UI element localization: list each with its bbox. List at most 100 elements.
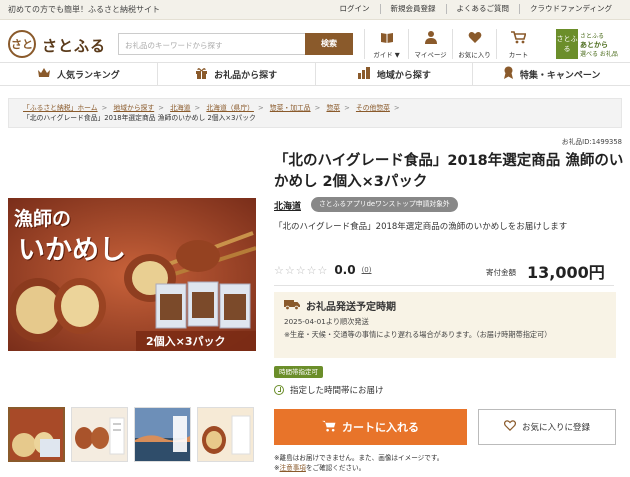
nav-campaign[interactable]: 特集・キャンペーン xyxy=(472,63,630,85)
guide-button[interactable]: ガイド ▼ xyxy=(364,29,408,59)
thumbnail-4-image xyxy=(198,408,253,461)
time-slot-option-label: 指定した時間帯にお届け xyxy=(290,386,384,396)
breadcrumb-path: 「ふるさと納税」ホーム > 地域から探す > 北海道 > 北海道（県庁） > 惣菜・加工… xyxy=(23,104,400,112)
breadcrumb: 「ふるさと納税」ホーム > 地域から探す > 北海道 > 北海道（県庁） > 惣菜・加工… xyxy=(8,98,622,128)
top-links: ログイン 新規会員登録 よくあるご質問 クラウドファンディング xyxy=(330,4,622,14)
logo-text[interactable]: さとふる xyxy=(42,35,106,56)
thumbnail-3[interactable] xyxy=(134,407,191,462)
product-title: 「北のハイグレード食品」2018年選定商品 漁師のいかめし 2個入×3パック xyxy=(274,153,624,190)
time-slot-option: 指定した時間帯にお届け xyxy=(274,384,384,396)
breadcrumb-current: 「北のハイグレード食品」2018年選定商品 漁師のいかめし 2個入×3パック xyxy=(23,114,256,122)
truck-icon xyxy=(284,299,300,313)
price-label: 寄付金額 xyxy=(486,268,516,277)
shipping-box: お礼品発送予定時期 2025-04-01より順次発送 ※生産・天候・交通等の事情… xyxy=(274,292,616,358)
caution-link[interactable]: 注意事項 xyxy=(280,464,306,472)
image-caption-3: 2個入×3パック xyxy=(146,335,226,348)
mypage-button[interactable]: マイページ xyxy=(408,29,452,59)
note-line-2: ※注意事項をご確認ください。 xyxy=(274,464,366,472)
search-button[interactable]: 検索 xyxy=(305,33,353,55)
header-icons: ガイド ▼ マイページ お気に入り カート xyxy=(364,29,540,59)
nav-region-label: 地域から探す xyxy=(376,70,431,81)
cart-icon xyxy=(322,420,336,435)
app-badge[interactable]: さとふる さとふる あとから 選べる お礼品 xyxy=(556,29,622,59)
add-to-favorites-button[interactable]: お気に入りに登録 xyxy=(478,409,616,445)
breadcrumb-sozai[interactable]: 惣菜 xyxy=(326,104,340,112)
cart-label: カート xyxy=(508,51,529,59)
search-input[interactable]: お礼品のキーワードから探す xyxy=(118,33,306,55)
nav-ranking-label: 人気ランキング xyxy=(57,70,120,81)
heart-outline-icon xyxy=(503,420,516,434)
divider xyxy=(274,285,614,286)
app-badge-line2: あとから xyxy=(580,41,608,49)
top-bar: 初めての方でも簡単！ふるさと納税サイト ログイン 新規会員登録 よくあるご質問 … xyxy=(0,0,630,20)
price-value: 13,000円 xyxy=(527,263,605,282)
shipping-note: ※生産・天候・交通等の事情により遅れる場合があります。（お届け時期帯指定可） xyxy=(284,330,552,339)
add-to-cart-label: カートに入れる xyxy=(342,421,419,434)
book-icon xyxy=(379,29,395,45)
favorites-button[interactable]: お気に入り xyxy=(452,29,496,59)
item-id: お礼品ID:1499358 xyxy=(561,138,622,146)
app-badge-line3: 選べる お礼品 xyxy=(580,51,618,58)
logo-mark-text: さと xyxy=(11,38,33,51)
star-rating-icon: ☆☆☆☆☆ xyxy=(274,263,329,277)
product-description: 「北のハイグレード食品」2018年選定商品の漁師のいかめしをお届けします xyxy=(274,222,568,232)
shipping-date: 2025-04-01より順次発送 xyxy=(284,317,369,326)
rating: ☆☆☆☆☆ 0.0 (0) xyxy=(274,263,372,277)
favorites-label: お気に入り xyxy=(458,51,491,59)
gift-icon xyxy=(195,67,208,82)
guide-label: ガイド ▼ xyxy=(373,51,400,59)
thumbnail-2[interactable] xyxy=(71,407,128,462)
app-badge-left: さとふる xyxy=(556,29,578,59)
add-to-favorites-label: お気に入りに登録 xyxy=(521,423,590,433)
crown-icon xyxy=(37,67,51,81)
time-slot-badge: 時間帯指定可 xyxy=(274,366,323,378)
product-main-image[interactable]: 漁師の いかめし 2個入×3パック xyxy=(8,198,256,351)
thumbnail-strip xyxy=(8,407,254,462)
shipping-heading: お礼品発送予定時期 xyxy=(284,298,606,313)
nav-gifts[interactable]: お礼品から探す xyxy=(156,63,315,85)
review-count-link[interactable]: (0) xyxy=(362,266,372,274)
image-caption-2: いかめし xyxy=(18,235,126,266)
app-badge-right: さとふる あとから 選べる お礼品 xyxy=(578,29,622,59)
breadcrumb-region[interactable]: 地域から探す xyxy=(113,104,154,112)
map-icon xyxy=(357,66,371,82)
faq-link[interactable]: よくあるご質問 xyxy=(445,4,520,14)
nav-gifts-label: お礼品から探す xyxy=(214,70,278,81)
heart-icon xyxy=(467,29,483,45)
rating-score: 0.0 xyxy=(334,263,356,277)
breadcrumb-hokkaido-office[interactable]: 北海道（県庁） xyxy=(206,104,254,112)
register-link[interactable]: 新規会員登録 xyxy=(379,4,446,14)
add-to-cart-button[interactable]: カートに入れる xyxy=(274,409,467,445)
breadcrumb-deli[interactable]: 惣菜・加工品 xyxy=(270,104,311,112)
site-tagline: 初めての方でも簡単！ふるさと納税サイト xyxy=(8,5,160,14)
shipping-heading-text: お礼品発送予定時期 xyxy=(306,302,396,313)
main-nav: 人気ランキング お礼品から探す 地域から探す 特集・キャンペーン xyxy=(0,62,630,86)
nav-region[interactable]: 地域から探す xyxy=(314,63,473,85)
note-line-2-rest: をご確認ください。 xyxy=(305,464,366,472)
crowdfunding-link[interactable]: クラウドファンディング xyxy=(519,4,622,14)
breadcrumb-hokkaido[interactable]: 北海道 xyxy=(170,104,190,112)
notes: ※離島はお届けできません。また、画像はイメージです。 ※注意事項をご確認ください… xyxy=(274,453,443,473)
check-circle-icon xyxy=(274,385,284,395)
app-badge-line1: さとふる xyxy=(580,33,605,40)
thumbnail-3-image xyxy=(135,408,190,461)
thumbnail-2-image xyxy=(72,408,127,461)
mypage-label: マイページ xyxy=(414,51,447,59)
thumbnail-1[interactable] xyxy=(8,407,65,462)
note-line-1: ※離島はお届けできません。また、画像はイメージです。 xyxy=(274,454,444,462)
breadcrumb-other[interactable]: その他惣菜 xyxy=(356,104,390,112)
cart-icon xyxy=(511,29,527,45)
prefecture-link[interactable]: 北海道 xyxy=(274,199,301,212)
login-link[interactable]: ログイン xyxy=(330,4,380,14)
ribbon-icon xyxy=(503,66,514,82)
logo-mark[interactable]: さと xyxy=(8,30,36,58)
thumbnail-1-image xyxy=(10,409,63,460)
nav-ranking[interactable]: 人気ランキング xyxy=(0,63,157,85)
app-onestop-tag: さとふるアプリdeワンストップ申請対象外 xyxy=(311,197,458,212)
nav-campaign-label: 特集・キャンペーン xyxy=(519,70,601,81)
person-icon xyxy=(423,29,439,45)
image-caption-1: 漁師の xyxy=(14,208,72,230)
breadcrumb-home[interactable]: 「ふるさと納税」ホーム xyxy=(23,104,98,112)
thumbnail-4[interactable] xyxy=(197,407,254,462)
cart-button[interactable]: カート xyxy=(496,29,540,59)
